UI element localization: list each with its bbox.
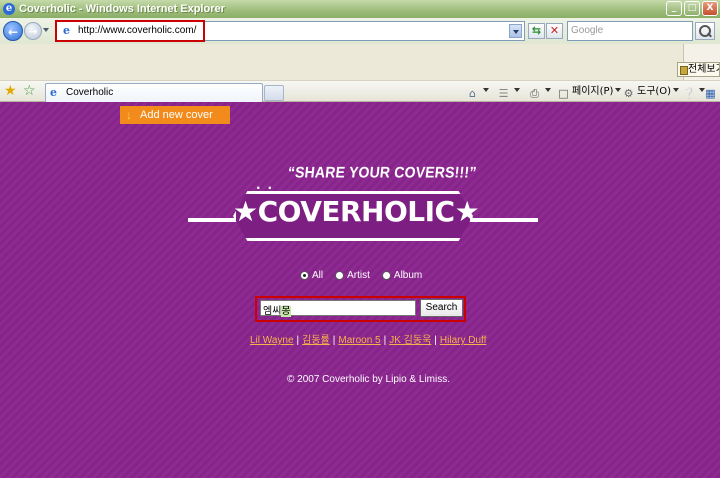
logo-wordmark: ★COVERHOLIC★ [233,195,480,228]
research-icon: ▦ [705,87,716,100]
home-icon: ⌂ [469,87,476,100]
link-separator: | [296,335,300,346]
address-toolbar: ← → e http://www.coverholic.com/ ⇆ ✕ Goo… [0,18,720,44]
radio-album[interactable]: Album [381,270,423,281]
web-search-placeholder: Google [571,25,604,36]
page-icon: □ [558,87,569,100]
minimize-button[interactable]: _ [666,1,682,16]
web-search-button[interactable] [695,22,715,40]
help-icon: ❔ [682,87,696,100]
tab-command-bar: ★ ☆ e Coverholic ⌂ ☰ ⎙ □ 페이지(P) ⚙ 도구(O) ❔ … [0,80,720,103]
logo-tagline: “SHARE YOUR COVERS!!!” [287,163,478,181]
tab-ie-icon: e [50,86,57,99]
coverholic-page: ↓ Add new cover “SHARE YOUR COVERS!!!” .… [0,102,720,478]
url-highlight-annotation [55,20,205,42]
cover-search-value: 엠씨몽 [263,302,291,317]
gear-icon: ⚙ [623,87,634,100]
close-button[interactable]: X [702,1,718,16]
cover-search-button[interactable]: Search [420,299,463,317]
feeds-button[interactable]: ☰ [497,84,520,100]
search-value-composing: 몽 [281,306,291,317]
refresh-button[interactable]: ⇆ [528,23,545,39]
radio-all-dot[interactable] [300,271,309,280]
web-search-input[interactable]: Google [567,21,693,41]
link-kim-dongryul[interactable]: 김동률 [302,335,330,346]
address-dropdown-button[interactable] [509,24,522,38]
radio-all[interactable]: All [300,270,323,281]
search-scope-radios: All Artist Album [300,270,422,281]
favorites-star-icon[interactable]: ★ [4,83,17,99]
search-value-main: 엠씨 [263,306,282,317]
link-jk-kim-dongwook[interactable]: JK 김동욱 [389,335,431,346]
fullscreen-menu-item[interactable]: 전체보기 [677,62,720,77]
link-maroon-5[interactable]: Maroon 5 [338,335,380,346]
tools-menu[interactable]: ⚙ 도구(O) [622,84,680,100]
tab-label: Coverholic [66,87,114,98]
link-separator: | [332,335,336,346]
link-separator: | [383,335,387,346]
cover-search-input[interactable]: 엠씨몽 [260,300,416,317]
radio-all-label: All [312,270,324,281]
arrow-down-icon: ↓ [126,108,132,122]
radio-album-dot[interactable] [381,271,391,280]
radio-album-label: Album [393,270,423,281]
printer-icon: ⎙ [530,87,539,100]
window-title: Coverholic - Windows Internet Explorer [19,3,225,15]
new-tab-button[interactable] [264,85,284,101]
add-favorites-icon[interactable]: ☆ [23,83,36,99]
radio-artist-dot[interactable] [335,271,345,280]
link-lil-wayne[interactable]: Lil Wayne [250,335,294,346]
rss-feed-icon: ☰ [498,87,509,100]
logo-dots: .. [256,178,280,192]
page-menu-label: 페이지(P) [572,86,614,97]
ie-logo-icon: e [3,3,15,15]
link-separator: | [434,335,437,346]
radio-artist-label: Artist [347,270,370,281]
recent-pages-dropdown[interactable] [43,28,49,32]
tab-coverholic[interactable]: e Coverholic [45,83,263,103]
forward-button[interactable]: → [24,22,42,40]
coverholic-logo: “SHARE YOUR COVERS!!!” .. ★COVERHOLIC★ [188,160,538,252]
link-hilary-duff[interactable]: Hilary Duff [440,335,487,346]
home-button[interactable]: ⌂ [466,84,489,100]
back-button[interactable]: ← [3,21,23,41]
stop-button[interactable]: ✕ [546,23,563,39]
page-menu[interactable]: □ 페이지(P) [557,84,622,100]
help-button[interactable]: ❔ [682,84,705,100]
title-bar: e Coverholic - Windows Internet Explorer… [0,0,720,18]
footer-copyright: © 2007 Coverholic by Lipio & Limiss. [287,374,450,385]
radio-artist[interactable]: Artist [335,270,370,281]
print-button[interactable]: ⎙ [528,84,551,100]
popular-search-links: Lil Wayne | 김동률 | Maroon 5 | JK 김동욱 | Hilary Duf… [250,331,486,346]
tools-menu-label: 도구(O) [637,86,672,97]
research-button[interactable]: ▦ [704,84,719,100]
add-new-cover-label: Add new cover [140,109,213,121]
window-controls: _ □ X [666,1,718,16]
maximize-button[interactable]: □ [684,1,700,16]
add-new-cover-button[interactable]: ↓ Add new cover [120,106,230,124]
